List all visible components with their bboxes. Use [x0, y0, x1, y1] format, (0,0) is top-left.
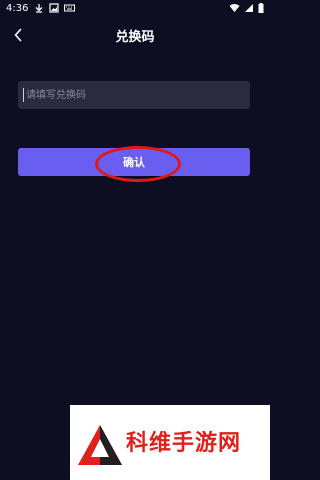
keyboard-icon: [64, 3, 75, 13]
pyramid-logo-icon: [78, 425, 122, 465]
wifi-icon: [229, 3, 240, 16]
notification-icons: [34, 3, 75, 13]
watermark-logo: 科维手游网: [70, 405, 270, 480]
image-icon: [49, 3, 59, 13]
battery-icon: [258, 3, 264, 16]
confirm-button[interactable]: 确认: [18, 148, 250, 176]
download-icon: [34, 3, 44, 13]
watermark-text: 科维手游网: [126, 431, 242, 456]
signal-icon: [244, 3, 254, 16]
text-cursor: [23, 88, 24, 102]
system-icons: [229, 3, 264, 16]
status-time: 4:36: [6, 3, 29, 14]
page-title: 兑换码: [115, 30, 155, 45]
status-bar: 4:36: [0, 0, 270, 18]
redeem-code-input[interactable]: [18, 81, 250, 109]
header: 兑换码: [0, 22, 270, 48]
